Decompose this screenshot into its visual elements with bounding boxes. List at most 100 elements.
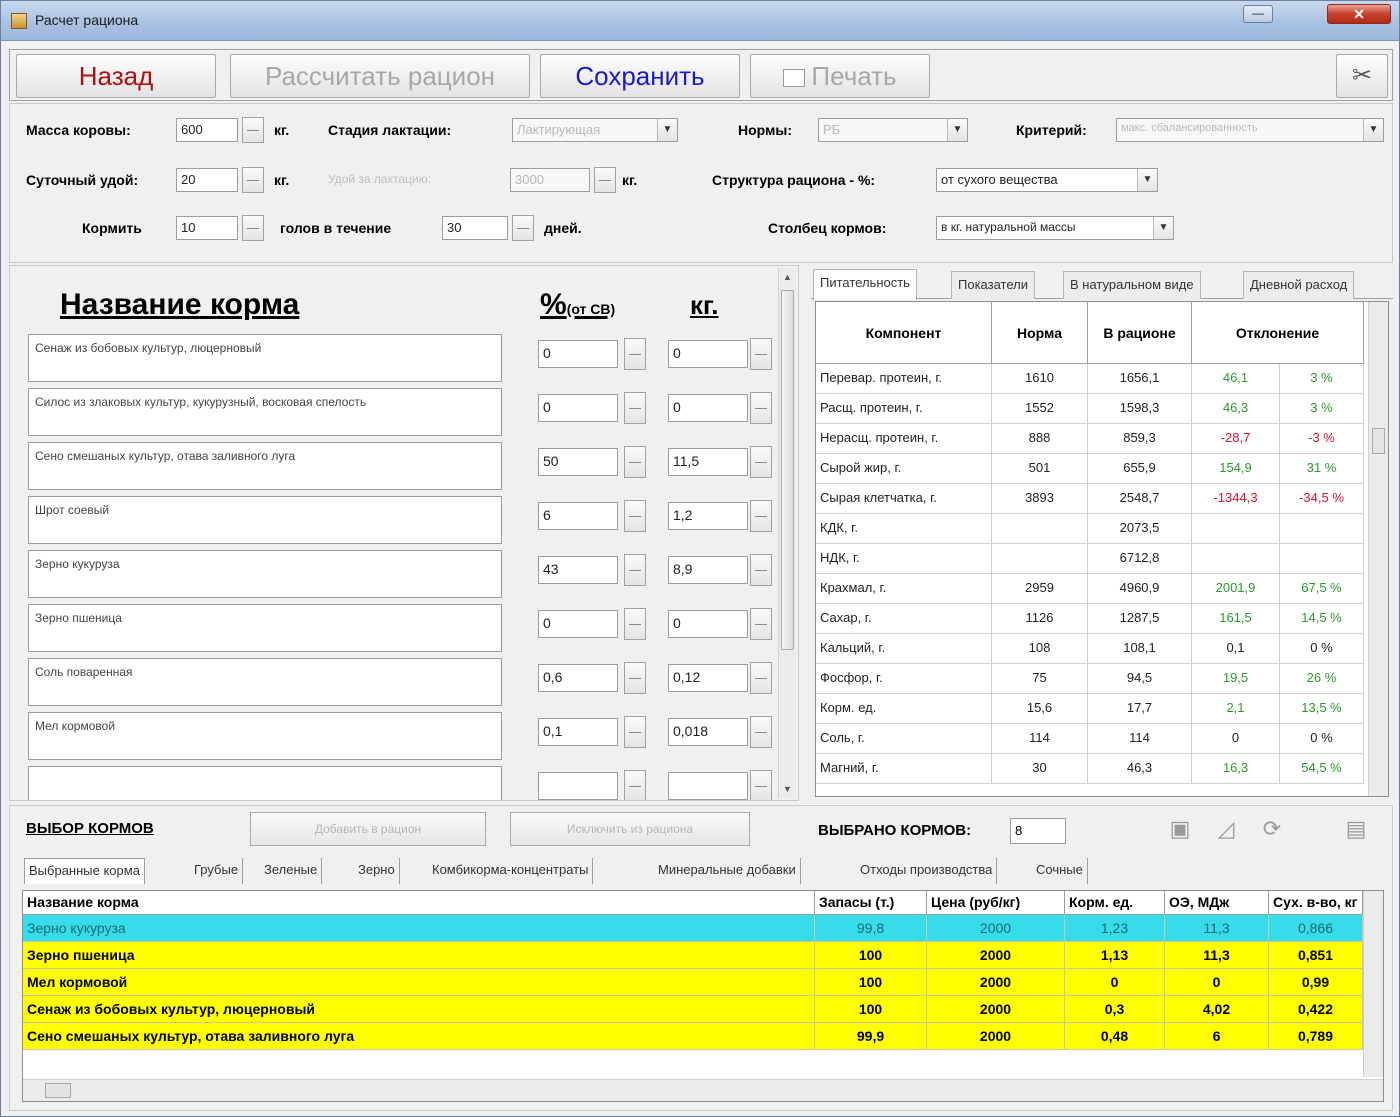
- tab-natural[interactable]: В натуральном виде: [1063, 271, 1201, 299]
- tab-concentrates[interactable]: Комбикорма-концентраты: [428, 858, 594, 884]
- pct-spinner[interactable]: [624, 500, 646, 532]
- feed-name-field[interactable]: Сенаж из бобовых культур, люцерновый: [28, 334, 502, 382]
- print-button[interactable]: Печать: [750, 54, 930, 98]
- kg-input[interactable]: [668, 772, 748, 800]
- add-to-ration-button[interactable]: Добавить в рацион: [250, 812, 486, 846]
- tools-button[interactable]: ✂: [1336, 54, 1388, 98]
- kg-input[interactable]: 8,9: [668, 556, 748, 584]
- edit-icon[interactable]: ◿: [1206, 812, 1246, 848]
- feed-name-field[interactable]: [28, 766, 502, 800]
- col-price: Цена (руб/кг): [927, 891, 1065, 915]
- feed-table-row[interactable]: Зерно пшеница 100 2000 1,13 11,3 0,851: [23, 942, 1363, 969]
- kg-spinner[interactable]: [750, 770, 772, 800]
- lactation-select[interactable]: Лактирующая ▼: [512, 118, 678, 142]
- feed-heads-input[interactable]: 10: [176, 216, 238, 240]
- delete-icon[interactable]: ▤: [1336, 812, 1376, 848]
- tab-succulent[interactable]: Сочные: [1032, 858, 1088, 884]
- pct-spinner[interactable]: [624, 662, 646, 694]
- pct-spinner[interactable]: [624, 446, 646, 478]
- kg-input[interactable]: 0: [668, 340, 748, 368]
- close-button[interactable]: ✕: [1327, 4, 1391, 24]
- tab-green[interactable]: Зеленые: [260, 858, 323, 884]
- pct-spinner[interactable]: [624, 392, 646, 424]
- kg-spinner[interactable]: [750, 608, 772, 640]
- pct-input[interactable]: 0,6: [538, 664, 618, 692]
- pct-spinner[interactable]: [624, 770, 646, 800]
- pct-spinner[interactable]: [624, 608, 646, 640]
- kg-input[interactable]: 11,5: [668, 448, 748, 476]
- ration-scrollbar[interactable]: ▲ ▼: [778, 268, 796, 798]
- kg-spinner[interactable]: [750, 338, 772, 370]
- daily-yield-spinner[interactable]: [242, 167, 264, 193]
- pct-input[interactable]: 50: [538, 448, 618, 476]
- pct-input[interactable]: [538, 772, 618, 800]
- kg-spinner[interactable]: [750, 500, 772, 532]
- pct-input[interactable]: 6: [538, 502, 618, 530]
- remove-from-ration-button[interactable]: Исключить из рациона: [510, 812, 750, 846]
- pct-spinner[interactable]: [624, 338, 646, 370]
- pct-input[interactable]: 0: [538, 610, 618, 638]
- feed-table-row[interactable]: Зерно кукуруза 99,8 2000 1,23 11,3 0,866: [23, 915, 1363, 942]
- kg-spinner[interactable]: [750, 392, 772, 424]
- pct-input[interactable]: 0: [538, 340, 618, 368]
- feeds-table-hscrollbar[interactable]: [23, 1079, 1383, 1101]
- lactation-yield-input[interactable]: 3000: [510, 168, 590, 192]
- tab-nutrition[interactable]: Питательность: [813, 269, 917, 300]
- tab-minerals[interactable]: Минеральные добавки: [654, 858, 801, 884]
- feed-name-field[interactable]: Шрот соевый: [28, 496, 502, 544]
- feeds-table-scrollbar[interactable]: [1363, 891, 1383, 1077]
- tab-selected-feeds[interactable]: Выбранные корма: [24, 858, 145, 884]
- days-spinner[interactable]: [512, 215, 534, 241]
- norms-select[interactable]: РБ ▼: [818, 118, 968, 142]
- tab-roughage[interactable]: Грубые: [190, 858, 244, 884]
- pct-input[interactable]: 43: [538, 556, 618, 584]
- kg-spinner[interactable]: [750, 716, 772, 748]
- feed-name-field[interactable]: Соль поваренная: [28, 658, 502, 706]
- feed-table-row[interactable]: Сенаж из бобовых культур, люцерновый 100 2…: [23, 996, 1363, 1023]
- feed-name-field[interactable]: Мел кормовой: [28, 712, 502, 760]
- tab-indicators[interactable]: Показатели: [951, 271, 1035, 299]
- lactation-yield-spinner[interactable]: [594, 167, 616, 193]
- feed-column-select[interactable]: в кг. натуральной массы ▼: [936, 216, 1174, 240]
- kg-input[interactable]: 0: [668, 610, 748, 638]
- scrollbar-thumb[interactable]: [781, 290, 794, 650]
- feed-table-row[interactable]: Сено смешаных культур, отава заливного л…: [23, 1023, 1363, 1050]
- feed-table-row[interactable]: Мел кормовой 100 2000 0 0 0,99: [23, 969, 1363, 996]
- days-input[interactable]: 30: [442, 216, 508, 240]
- cow-mass-spinner[interactable]: [242, 117, 264, 143]
- ration-structure-select[interactable]: от сухого вещества ▼: [936, 168, 1158, 192]
- kg-input[interactable]: 0: [668, 394, 748, 422]
- back-button[interactable]: Назад: [16, 54, 216, 98]
- feed-name-field[interactable]: Силос из злаковых культур, кукурузный, в…: [28, 388, 502, 436]
- nutrition-scrollbar[interactable]: [1368, 302, 1388, 796]
- kg-input[interactable]: 1,2: [668, 502, 748, 530]
- scrollbar-thumb[interactable]: [45, 1083, 71, 1098]
- pct-spinner[interactable]: [624, 554, 646, 586]
- kg-input[interactable]: 0,12: [668, 664, 748, 692]
- tab-daily-usage[interactable]: Дневной расход: [1243, 271, 1355, 299]
- kg-spinner[interactable]: [750, 446, 772, 478]
- scrollbar-thumb[interactable]: [1372, 428, 1385, 454]
- scroll-down-icon[interactable]: ▼: [779, 780, 796, 798]
- feed-name-field[interactable]: Зерно пшеница: [28, 604, 502, 652]
- pct-spinner[interactable]: [624, 716, 646, 748]
- feed-heads-spinner[interactable]: [242, 215, 264, 241]
- pct-input[interactable]: 0: [538, 394, 618, 422]
- feed-name-field[interactable]: Сено смешаных культур, отава заливного л…: [28, 442, 502, 490]
- scroll-up-icon[interactable]: ▲: [779, 268, 796, 286]
- kg-spinner[interactable]: [750, 662, 772, 694]
- tab-byproducts[interactable]: Отходы производства: [856, 858, 998, 884]
- calculate-ration-button[interactable]: Рассчитать рацион: [230, 54, 530, 98]
- feed-name-field[interactable]: Зерно кукуруза: [28, 550, 502, 598]
- kg-spinner[interactable]: [750, 554, 772, 586]
- minimize-button[interactable]: —: [1243, 5, 1273, 23]
- database-icon[interactable]: ▣: [1160, 812, 1200, 848]
- kg-input[interactable]: 0,018: [668, 718, 748, 746]
- criterion-select[interactable]: макс. сбалансированность ▼: [1116, 118, 1384, 142]
- save-button[interactable]: Сохранить: [540, 54, 740, 98]
- tab-grain[interactable]: Зерно: [354, 858, 400, 884]
- daily-yield-input[interactable]: 20: [176, 168, 238, 192]
- refresh-icon[interactable]: ⟳: [1252, 812, 1292, 848]
- pct-input[interactable]: 0,1: [538, 718, 618, 746]
- cow-mass-input[interactable]: 600: [176, 118, 238, 142]
